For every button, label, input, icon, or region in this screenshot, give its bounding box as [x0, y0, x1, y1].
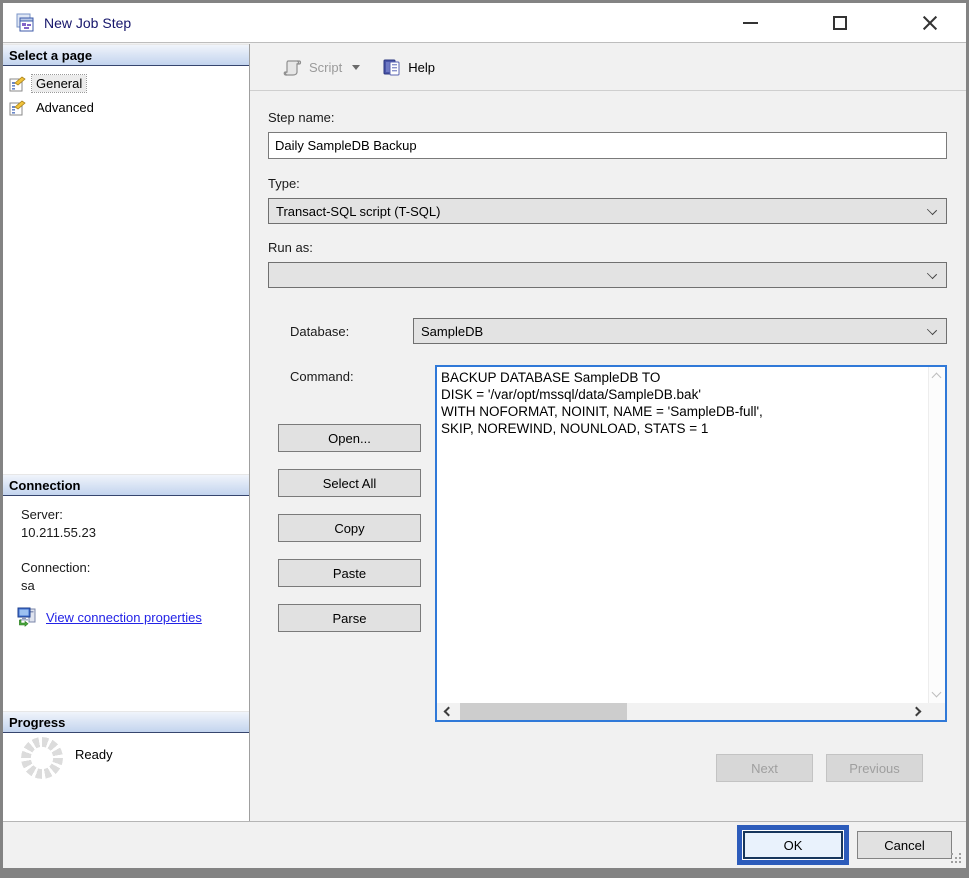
sidebar: Select a page General [3, 44, 250, 821]
script-scroll-icon [283, 59, 303, 76]
database-select[interactable]: SampleDB [413, 318, 947, 344]
command-textarea[interactable]: BACKUP DATABASE SampleDB TO DISK = '/var… [435, 365, 947, 722]
dialog-title: New Job Step [44, 15, 131, 31]
type-label: Type: [268, 176, 947, 191]
ok-button-highlight: OK [737, 825, 849, 865]
script-dropdown-caret-icon [352, 65, 360, 70]
chevron-down-icon [927, 269, 937, 279]
dialog-icon [15, 13, 35, 33]
cancel-button[interactable]: Cancel [857, 831, 952, 859]
toolbar: Script Help [250, 44, 966, 91]
minimize-button[interactable] [740, 13, 760, 33]
scroll-right-icon[interactable] [912, 707, 922, 717]
footer: OK Cancel [3, 821, 966, 868]
horizontal-scroll-thumb[interactable] [460, 703, 627, 720]
chevron-down-icon [927, 205, 937, 215]
connection-header: Connection [3, 474, 249, 496]
close-button[interactable] [920, 13, 940, 33]
scrollbar-corner [928, 703, 945, 720]
scroll-down-icon[interactable] [932, 688, 942, 698]
next-button[interactable]: Next [716, 754, 813, 782]
new-job-step-dialog: New Job Step Select a page [0, 0, 969, 878]
help-book-icon [382, 58, 402, 77]
step-name-input[interactable] [268, 132, 947, 159]
database-label: Database: [268, 324, 413, 339]
type-select[interactable]: Transact-SQL script (T-SQL) [268, 198, 947, 224]
script-button[interactable]: Script [283, 59, 360, 76]
parse-button[interactable]: Parse [278, 604, 421, 632]
paste-button[interactable]: Paste [278, 559, 421, 587]
select-all-button[interactable]: Select All [278, 469, 421, 497]
step-name-label: Step name: [268, 110, 947, 125]
resize-grip-icon[interactable] [951, 853, 963, 865]
connection-label: Connection: [21, 560, 90, 575]
run-as-select[interactable] [268, 262, 947, 288]
type-selected-value: Transact-SQL script (T-SQL) [276, 204, 440, 219]
maximize-button[interactable] [830, 13, 850, 33]
spinner-icon [21, 737, 63, 779]
sidebar-item-label: Advanced [32, 99, 98, 116]
sidebar-item-general[interactable]: General [9, 73, 86, 94]
maximize-icon [833, 16, 847, 30]
server-connection-icon [17, 607, 39, 627]
script-label: Script [309, 60, 342, 75]
connection-value: sa [21, 578, 35, 593]
view-connection-properties-label: View connection properties [46, 610, 202, 625]
select-a-page-header: Select a page [3, 44, 249, 66]
page-icon [9, 100, 26, 116]
page-icon [9, 76, 26, 92]
help-button[interactable]: Help [382, 58, 435, 77]
titlebar: New Job Step [3, 3, 966, 43]
ok-button[interactable]: OK [743, 831, 843, 859]
open-button[interactable]: Open... [278, 424, 421, 452]
previous-button[interactable]: Previous [826, 754, 923, 782]
database-selected-value: SampleDB [421, 324, 483, 339]
server-label: Server: [21, 507, 63, 522]
sidebar-item-advanced[interactable]: Advanced [9, 97, 98, 118]
view-connection-properties-link[interactable]: View connection properties [17, 607, 202, 627]
main-panel: Script Help [250, 44, 966, 821]
vertical-scrollbar[interactable] [928, 367, 945, 703]
chevron-down-icon [927, 325, 937, 335]
horizontal-scrollbar[interactable] [437, 703, 928, 720]
copy-button[interactable]: Copy [278, 514, 421, 542]
server-value: 10.211.55.23 [21, 525, 96, 540]
help-label: Help [408, 60, 435, 75]
progress-status: Ready [75, 747, 113, 762]
scroll-left-icon[interactable] [444, 707, 454, 717]
progress-header: Progress [3, 711, 249, 733]
scroll-up-icon[interactable] [932, 373, 942, 383]
command-label: Command: [290, 365, 435, 384]
run-as-label: Run as: [268, 240, 947, 255]
minimize-icon [743, 22, 758, 24]
close-icon [922, 15, 938, 31]
command-text[interactable]: BACKUP DATABASE SampleDB TO DISK = '/var… [437, 367, 928, 703]
sidebar-item-label: General [32, 75, 86, 92]
